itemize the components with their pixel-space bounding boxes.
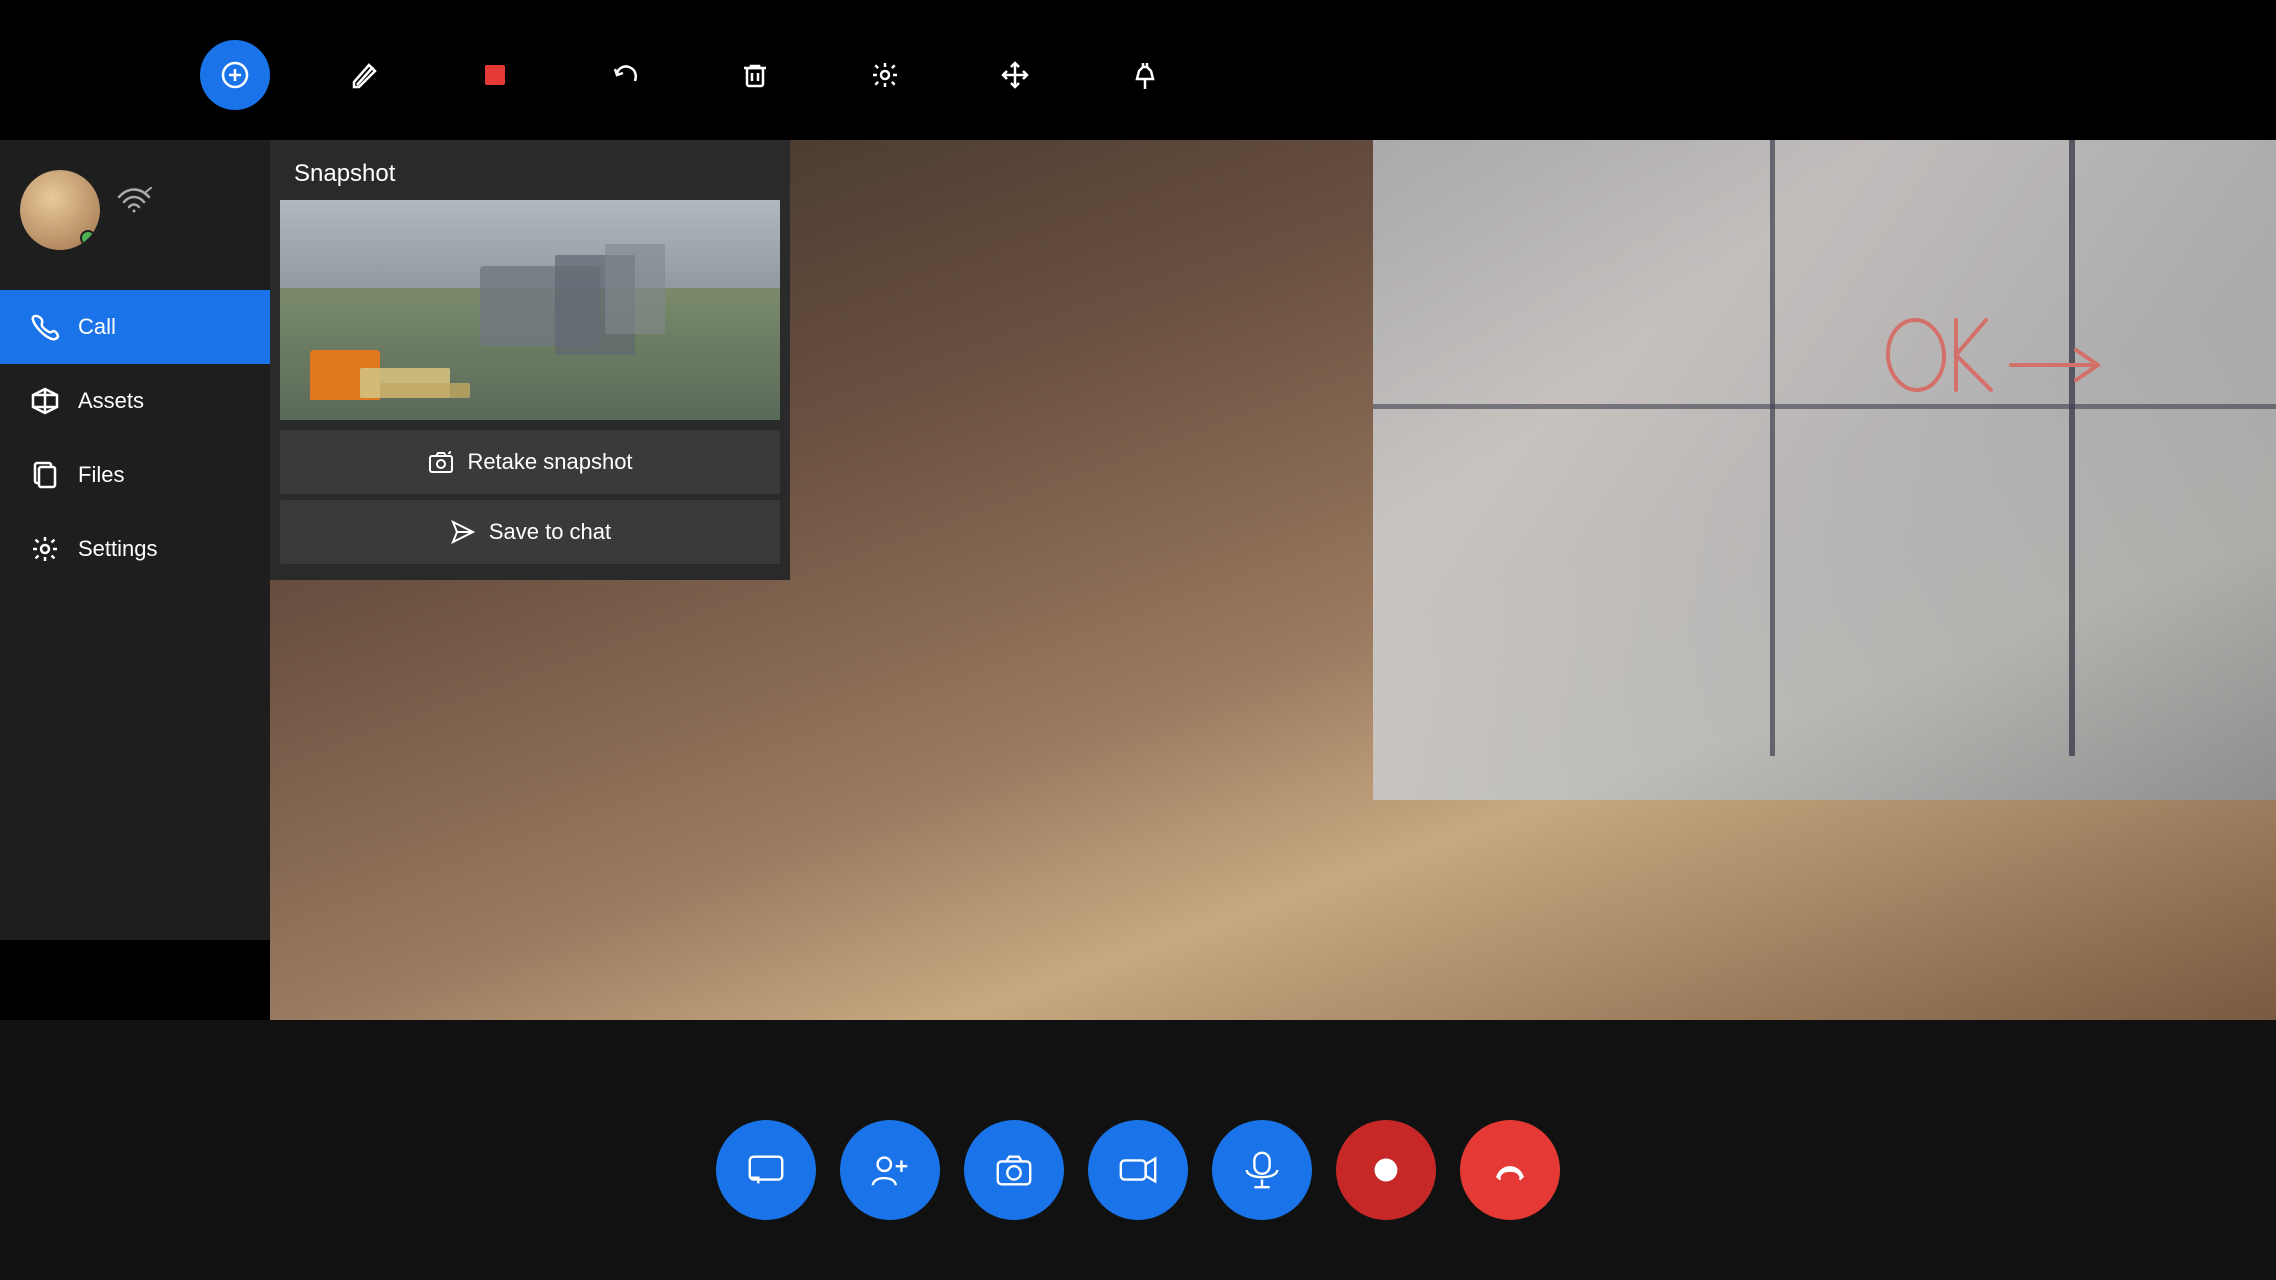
phone-icon bbox=[30, 312, 60, 342]
retake-label: Retake snapshot bbox=[467, 449, 632, 475]
toolbar-gear-btn[interactable] bbox=[850, 40, 920, 110]
files-icon bbox=[30, 460, 60, 490]
avatar bbox=[20, 170, 100, 250]
mic-icon bbox=[1241, 1149, 1283, 1191]
snapshot-panel: Snapshot Retake snapshot bbox=[270, 140, 790, 580]
add-participants-btn[interactable] bbox=[840, 1120, 940, 1220]
send-icon bbox=[449, 518, 477, 546]
record-btn[interactable] bbox=[1336, 1120, 1436, 1220]
sidebar-item-files[interactable]: Files bbox=[0, 438, 270, 512]
snapshot-title: Snapshot bbox=[270, 140, 790, 200]
online-indicator bbox=[80, 230, 96, 246]
settings-icon bbox=[30, 534, 60, 564]
sidebar-call-label: Call bbox=[78, 314, 116, 340]
retake-icon bbox=[427, 448, 455, 476]
annotation-ok bbox=[1876, 300, 2116, 425]
sidebar-nav: Call Assets Files Settings bbox=[0, 290, 270, 586]
video-icon bbox=[1117, 1149, 1159, 1191]
toolbar-pointer-btn[interactable] bbox=[200, 40, 270, 110]
sidebar-item-settings[interactable]: Settings bbox=[0, 512, 270, 586]
sidebar-item-call[interactable]: Call bbox=[0, 290, 270, 364]
sidebar-item-assets[interactable]: Assets bbox=[0, 364, 270, 438]
sidebar-assets-label: Assets bbox=[78, 388, 144, 414]
add-person-icon bbox=[869, 1149, 911, 1191]
toolbar bbox=[200, 40, 1180, 110]
save-to-chat-label: Save to chat bbox=[489, 519, 611, 545]
toolbar-move-btn[interactable] bbox=[980, 40, 1050, 110]
toolbar-pin-btn[interactable] bbox=[1110, 40, 1180, 110]
toolbar-undo-btn[interactable] bbox=[590, 40, 660, 110]
cube-icon bbox=[30, 386, 60, 416]
toolbar-delete-btn[interactable] bbox=[720, 40, 790, 110]
wifi-icon bbox=[116, 187, 152, 224]
ok-arrow-svg bbox=[1876, 300, 2116, 420]
end-call-btn[interactable] bbox=[1460, 1120, 1560, 1220]
video-btn[interactable] bbox=[1088, 1120, 1188, 1220]
snapshot-image bbox=[280, 200, 780, 420]
call-controls bbox=[0, 1120, 2276, 1220]
toolbar-pen-btn[interactable] bbox=[330, 40, 400, 110]
snapshot-btn[interactable] bbox=[964, 1120, 1064, 1220]
chat-btn[interactable] bbox=[716, 1120, 816, 1220]
retake-snapshot-btn[interactable]: Retake snapshot bbox=[280, 430, 780, 494]
video-area: Chris Preston Snapshot Retake bbox=[270, 140, 2276, 1020]
end-call-icon bbox=[1489, 1149, 1531, 1191]
save-to-chat-btn[interactable]: Save to chat bbox=[280, 500, 780, 564]
sidebar-files-label: Files bbox=[78, 462, 124, 488]
mic-btn[interactable] bbox=[1212, 1120, 1312, 1220]
record-icon bbox=[1365, 1149, 1407, 1191]
sidebar-settings-label: Settings bbox=[78, 536, 158, 562]
chat-icon bbox=[745, 1149, 787, 1191]
camera-icon bbox=[993, 1149, 1035, 1191]
sidebar: Call Assets Files Settings bbox=[0, 140, 270, 940]
toolbar-shape-btn[interactable] bbox=[460, 40, 530, 110]
